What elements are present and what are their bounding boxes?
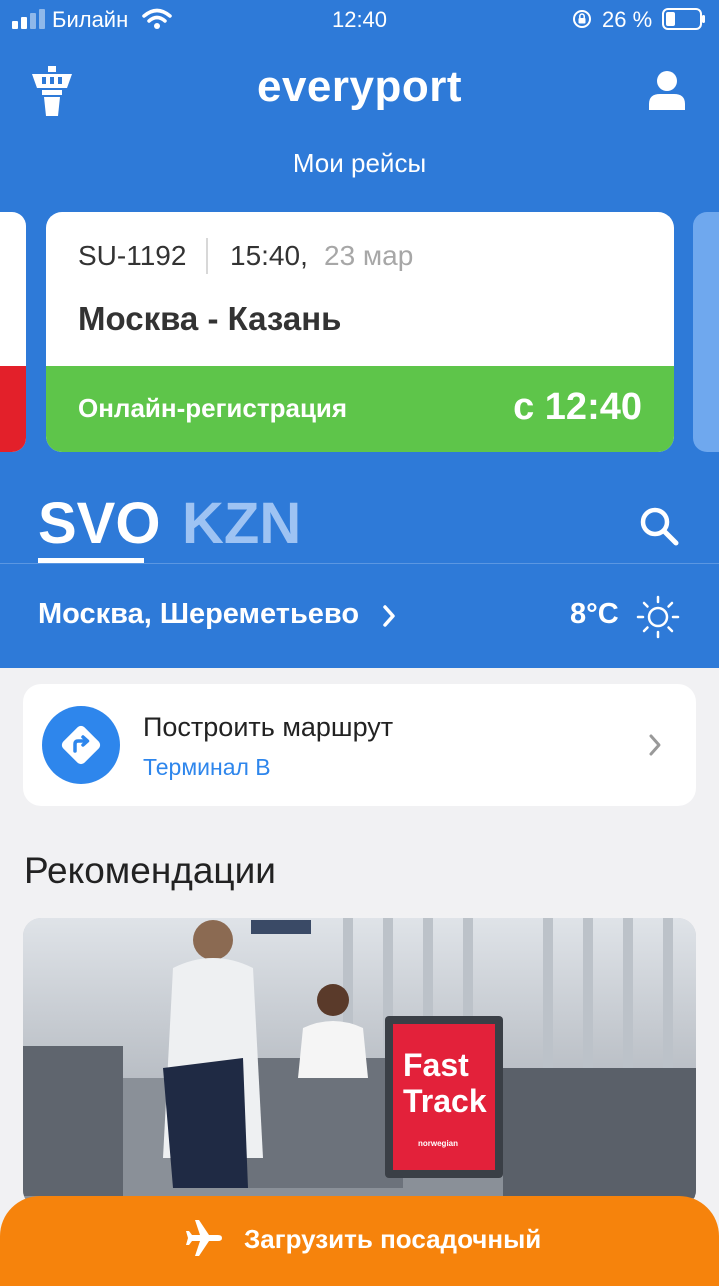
flight-date: 23 мар: [324, 240, 414, 271]
sign-brand: norwegian: [418, 1139, 458, 1148]
flight-info-divider: [206, 238, 208, 274]
build-route-card[interactable]: Построить маршрут Терминал B: [23, 684, 696, 806]
tab-kzn[interactable]: KZN: [182, 490, 301, 557]
my-flights-title: Мои рейсы: [292, 148, 427, 178]
tab-svo[interactable]: SVO: [38, 490, 161, 557]
sun-icon: [636, 595, 680, 639]
profile-icon[interactable]: [646, 70, 688, 112]
online-checkin-bar[interactable]: Онлайн-регистрация с 12:40: [46, 366, 674, 452]
flight-card[interactable]: SU-1192 15:40, 23 мар Москва - Казань Он…: [46, 212, 674, 452]
app-logo: everyport: [256, 62, 463, 111]
flight-time: 15:40,: [230, 240, 308, 271]
upload-boarding-pass-label: Загрузить посадочный: [244, 1224, 542, 1254]
battery-percent: 26 %: [602, 7, 653, 32]
previous-card-status-strip: [0, 366, 26, 452]
flight-route: Москва - Казань: [78, 300, 342, 337]
checkin-label: Онлайн-регистрация: [78, 393, 348, 423]
terminal-label: Терминал B: [143, 754, 271, 780]
battery-icon: [662, 8, 705, 30]
build-route-title: Построить маршрут: [143, 712, 394, 742]
flight-number: SU-1192: [78, 240, 187, 271]
temperature: 8°C: [570, 598, 619, 630]
next-flight-card[interactable]: [693, 212, 719, 452]
airplane-icon: [186, 1220, 222, 1256]
airport-name[interactable]: Москва, Шереметьево: [38, 598, 359, 631]
chevron-right-icon[interactable]: [380, 603, 398, 629]
sign-text-line-2: Track: [403, 1083, 487, 1119]
directions-icon: [42, 706, 120, 784]
orientation-lock-icon: [573, 10, 591, 28]
tabs-divider: [0, 563, 719, 564]
recommendations-title: Рекомендации: [24, 850, 276, 891]
status-bar: Билайн 12:40 26 %: [0, 0, 719, 40]
previous-flight-card[interactable]: [0, 212, 26, 452]
sign-text-line-1: Fast: [403, 1047, 469, 1083]
upload-boarding-pass-button[interactable]: Загрузить посадочный: [0, 1196, 719, 1286]
checkin-time: с 12:40: [513, 386, 642, 428]
search-icon[interactable]: [638, 505, 680, 547]
recommendation-image[interactable]: Fast Track norwegian: [23, 918, 696, 1208]
chevron-right-icon: [649, 734, 661, 756]
